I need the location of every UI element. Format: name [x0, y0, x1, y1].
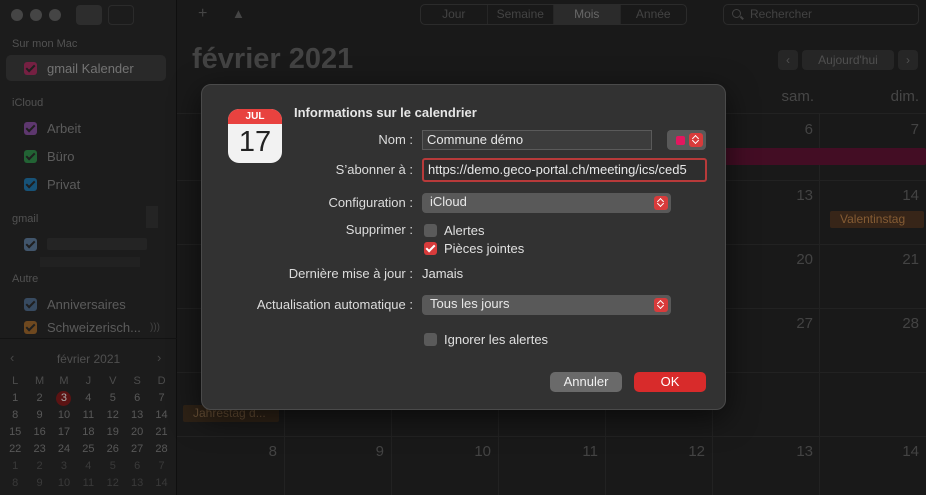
last-update-label: Dernière mise à jour :	[288, 266, 413, 281]
calendar-icon-month: JUL	[228, 109, 282, 124]
checkbox-label: Pièces jointes	[444, 240, 525, 256]
calendar-app-window: Sur mon Mac gmail Kalender iCloud Arbeit…	[0, 0, 926, 495]
dialog-title: Informations sur le calendrier	[294, 105, 477, 120]
color-swatch	[676, 136, 685, 145]
remove-label: Supprimer :	[345, 222, 413, 237]
subscribe-url-field[interactable]: https://demo.geco-portal.ch/meeting/ics/…	[422, 158, 707, 182]
checkbox-icon[interactable]	[424, 223, 437, 237]
last-update-value: Jamais	[422, 266, 464, 281]
name-label: Nom :	[378, 132, 413, 147]
chevron-updown-icon	[654, 196, 668, 210]
auto-refresh-select[interactable]: Tous les jours	[422, 295, 671, 315]
checkbox-label: Alertes	[444, 222, 485, 238]
calendar-info-dialog: JUL 17 Informations sur le calendrier No…	[201, 84, 726, 410]
ignore-alerts-checkbox[interactable]: Ignorer les alertes	[424, 331, 548, 347]
auto-refresh-value: Tous les jours	[430, 296, 510, 311]
checkbox-icon[interactable]	[424, 332, 437, 346]
ok-button[interactable]: OK	[634, 372, 706, 392]
chevron-updown-icon	[689, 133, 703, 147]
color-picker[interactable]	[667, 130, 706, 150]
checkbox-icon[interactable]	[424, 241, 437, 255]
calendar-app-icon: JUL 17	[228, 109, 282, 163]
remove-attachments-checkbox[interactable]: Pièces jointes	[424, 240, 524, 256]
subscribe-label: S’abonner à :	[335, 162, 413, 177]
chevron-updown-icon	[654, 298, 668, 312]
configuration-label: Configuration :	[328, 195, 413, 210]
auto-refresh-label: Actualisation automatique :	[256, 297, 413, 312]
calendar-icon-day: 17	[238, 126, 272, 158]
cancel-button[interactable]: Annuler	[550, 372, 622, 392]
configuration-value: iCloud	[430, 194, 467, 209]
name-field[interactable]: Commune démo	[422, 130, 652, 150]
remove-alerts-checkbox[interactable]: Alertes	[424, 222, 484, 238]
checkbox-label: Ignorer les alertes	[444, 331, 549, 347]
configuration-select[interactable]: iCloud	[422, 193, 671, 213]
